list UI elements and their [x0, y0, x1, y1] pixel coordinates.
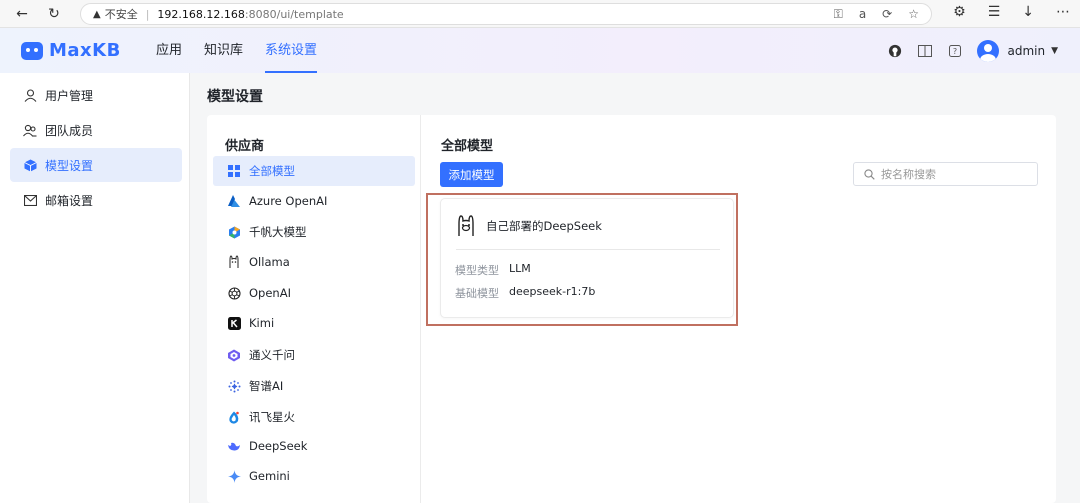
- more-icon[interactable]: ⋯: [1056, 4, 1070, 20]
- cube-icon: [23, 158, 37, 172]
- provider-zhipu[interactable]: 智谱AI: [213, 371, 415, 401]
- provider-ollama[interactable]: Ollama: [213, 247, 415, 277]
- gemini-icon: [227, 469, 241, 483]
- card-divider: [456, 249, 720, 250]
- sidebar-item-label: 团队成员: [45, 123, 94, 138]
- key-icon[interactable]: ⚿: [834, 7, 843, 22]
- deepseek-icon: [227, 439, 241, 453]
- logo[interactable]: MaxKB: [21, 40, 121, 61]
- read-aloud-icon[interactable]: a: [859, 7, 866, 22]
- sidebar-item-users[interactable]: 用户管理: [10, 78, 182, 112]
- sidebar-item-models[interactable]: 模型设置: [10, 148, 182, 182]
- mail-icon: [23, 193, 37, 207]
- url-separator: |: [145, 7, 150, 21]
- help-icon[interactable]: ?: [947, 43, 963, 59]
- provider-label: Azure OpenAI: [249, 194, 328, 208]
- provider-kimi[interactable]: Kimi: [213, 308, 415, 338]
- provider-label: Ollama: [249, 255, 290, 269]
- provider-deepseek[interactable]: DeepSeek: [213, 431, 415, 461]
- favorite-icon[interactable]: ☆: [908, 7, 919, 22]
- sidebar-item-mail[interactable]: 邮箱设置: [10, 183, 182, 217]
- download-icon[interactable]: ↓: [1022, 4, 1034, 20]
- base-model-label: 基础模型: [455, 287, 499, 300]
- main-content: 模型设置 供应商 全部模型 Azure OpenAI 千帆大模型 Ollama …: [190, 73, 1080, 503]
- provider-label: Kimi: [249, 316, 275, 330]
- nav-system-settings[interactable]: 系统设置: [265, 28, 318, 73]
- settings-panel: 供应商 全部模型 Azure OpenAI 千帆大模型 Ollama OpenA…: [207, 115, 1056, 503]
- model-type-label: 模型类型: [455, 264, 499, 277]
- models-title: 全部模型: [441, 139, 494, 154]
- team-icon: [23, 123, 37, 137]
- search-box[interactable]: [853, 162, 1038, 186]
- kimi-icon: [227, 316, 241, 330]
- browser-toolbar: ← ↻ ▲ 不安全 | 192.168.12.168 :8080/ui/temp…: [0, 0, 1080, 28]
- provider-label: 全部模型: [249, 164, 295, 178]
- provider-all-models[interactable]: 全部模型: [213, 156, 415, 186]
- model-card[interactable]: 自己部署的DeepSeek 模型类型 LLM 基础模型 deepseek-r1:…: [440, 198, 734, 318]
- provider-list: 供应商 全部模型 Azure OpenAI 千帆大模型 Ollama OpenA…: [207, 115, 421, 503]
- base-model-value: deepseek-r1:7b: [509, 285, 596, 298]
- app-header: MaxKB 应用 知识库 系统设置 ? admin ▼: [0, 28, 1080, 73]
- chevron-down-icon[interactable]: ▼: [1051, 46, 1058, 56]
- search-icon: [864, 168, 875, 180]
- provider-label: 通义千问: [249, 348, 295, 362]
- refresh-icon[interactable]: ↻: [44, 4, 64, 24]
- grid-icon: [227, 164, 241, 178]
- tongyi-icon: [227, 348, 241, 362]
- avatar[interactable]: [977, 39, 1000, 62]
- docs-icon[interactable]: [917, 43, 933, 59]
- top-nav: 应用 知识库 系统设置: [156, 28, 318, 73]
- sidebar: 用户管理 团队成员 模型设置 邮箱设置: [0, 73, 190, 503]
- provider-title: 供应商: [225, 139, 265, 154]
- logo-icon: [21, 41, 43, 60]
- nav-knowledge[interactable]: 知识库: [204, 28, 243, 73]
- provider-tongyi[interactable]: 通义千问: [213, 340, 415, 370]
- page-title: 模型设置: [207, 89, 263, 105]
- model-name: 自己部署的DeepSeek: [486, 219, 602, 233]
- insecure-label: 不安全: [104, 8, 138, 21]
- nav-apps[interactable]: 应用: [156, 28, 182, 73]
- extensions-icon[interactable]: ⚙: [953, 4, 966, 20]
- azure-icon: [227, 194, 241, 208]
- back-icon[interactable]: ←: [12, 4, 32, 24]
- provider-label: 智谱AI: [249, 379, 284, 393]
- url-path: :8080/ui/template: [244, 7, 344, 21]
- provider-label: DeepSeek: [249, 439, 308, 453]
- warning-icon: ▲: [93, 8, 101, 20]
- add-model-button[interactable]: 添加模型: [440, 162, 503, 187]
- user-name[interactable]: admin: [1007, 44, 1045, 58]
- address-bar[interactable]: ▲ 不安全 | 192.168.12.168 :8080/ui/template…: [80, 3, 932, 25]
- provider-xunfei[interactable]: 讯飞星火: [213, 402, 415, 432]
- base-model-row: 基础模型 deepseek-r1:7b: [455, 285, 595, 301]
- favorites-icon[interactable]: ☰: [988, 4, 1001, 20]
- sidebar-item-team[interactable]: 团队成员: [10, 113, 182, 147]
- github-icon[interactable]: [887, 43, 903, 59]
- ollama-icon: [227, 255, 241, 269]
- provider-label: Gemini: [249, 469, 290, 483]
- provider-openai[interactable]: OpenAI: [213, 278, 415, 308]
- openai-icon: [227, 286, 241, 300]
- models-section: 全部模型 添加模型 自己部署的DeepSeek 模型类型 LLM: [421, 115, 1056, 503]
- translate-icon[interactable]: ⟳: [882, 7, 892, 22]
- sidebar-item-label: 模型设置: [45, 158, 94, 173]
- svg-text:?: ?: [953, 47, 957, 56]
- model-type-row: 模型类型 LLM: [455, 262, 531, 278]
- provider-label: 讯飞星火: [249, 410, 295, 424]
- provider-gemini[interactable]: Gemini: [213, 461, 415, 491]
- provider-label: 千帆大模型: [249, 225, 307, 239]
- qianfan-icon: [227, 225, 241, 239]
- provider-qianfan[interactable]: 千帆大模型: [213, 217, 415, 247]
- sidebar-item-label: 用户管理: [45, 88, 94, 103]
- ollama-icon: [458, 215, 474, 236]
- model-type-value: LLM: [509, 262, 531, 275]
- provider-label: OpenAI: [249, 286, 291, 300]
- logo-text: MaxKB: [49, 40, 121, 61]
- url-host: 192.168.12.168: [157, 7, 245, 21]
- user-icon: [23, 88, 37, 102]
- search-input[interactable]: [881, 167, 1031, 181]
- xunfei-icon: [227, 410, 241, 424]
- zhipu-icon: [227, 379, 241, 393]
- sidebar-item-label: 邮箱设置: [45, 193, 94, 208]
- provider-azure[interactable]: Azure OpenAI: [213, 186, 415, 216]
